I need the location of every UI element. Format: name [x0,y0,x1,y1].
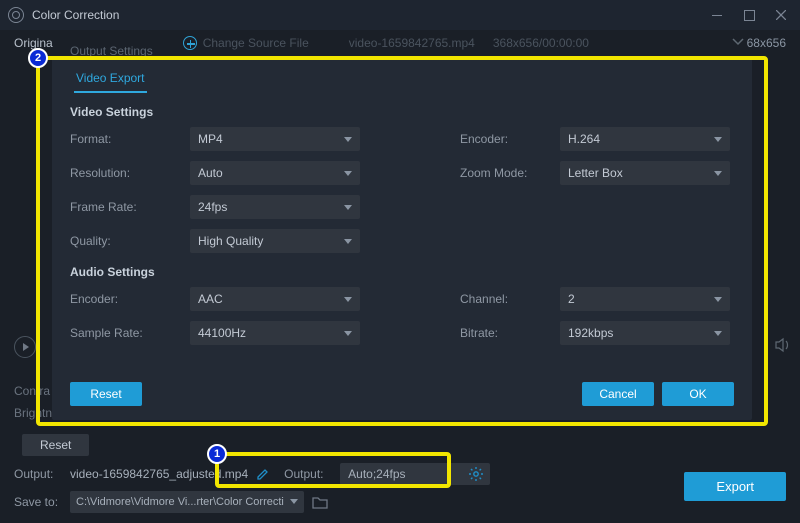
save-path-selector[interactable]: C:\Vidmore\Vidmore Vi...rter\Color Corre… [70,491,304,513]
quality-select[interactable]: High Quality [190,229,360,253]
audio-encoder-label: Encoder: [70,292,180,306]
minimize-button[interactable] [710,8,724,22]
output-settings-value[interactable]: Auto;24fps [340,463,490,485]
ok-button[interactable]: OK [662,382,734,406]
format-label: Format: [70,132,180,146]
audio-encoder-select[interactable]: AAC [190,287,360,311]
zoom-select[interactable]: Letter Box [560,161,730,185]
title-bar: Color Correction [0,0,800,30]
close-button[interactable] [774,8,788,22]
cancel-button[interactable]: Cancel [582,382,654,406]
output-filename: video-1659842765_adjusted.mp4 [70,467,248,481]
chevron-down-icon [344,171,352,176]
framerate-select[interactable]: 24fps [190,195,360,219]
quality-label: Quality: [70,234,180,248]
preview-dimensions: 68x656 [747,36,786,50]
chevron-down-icon [344,205,352,210]
chevron-down-icon [714,137,722,142]
format-select[interactable]: MP4 [190,127,360,151]
tab-video-export[interactable]: Video Export [74,68,147,93]
annotation-badge-2: 2 [28,48,48,68]
dialog-header: Output Settings [70,44,153,58]
bottom-bar: Output: video-1659842765_adjusted.mp4 Ou… [0,457,800,523]
channel-label: Channel: [460,292,550,306]
contrast-label: Contra [14,380,52,402]
encoder-select[interactable]: H.264 [560,127,730,151]
play-button[interactable] [14,336,36,358]
chevron-down-icon [714,171,722,176]
dialog-reset-button[interactable]: Reset [70,382,142,406]
save-to-label: Save to: [14,495,62,509]
chevron-down-icon [344,297,352,302]
edit-icon[interactable] [256,467,270,481]
brightness-label: Brightn [14,402,52,424]
video-settings-heading: Video Settings [70,105,734,119]
bitrate-label: Bitrate: [460,326,550,340]
volume-icon[interactable] [774,336,796,358]
chevron-down-icon [714,331,722,336]
channel-select[interactable]: 2 [560,287,730,311]
app-icon [8,7,24,23]
output-settings-dialog: Output Settings Video Export Video Setti… [52,58,752,420]
source-meta: 368x656/00:00:00 [493,36,589,50]
export-button[interactable]: Export [684,472,786,501]
bitrate-select[interactable]: 192kbps [560,321,730,345]
resolution-label: Resolution: [70,166,180,180]
maximize-button[interactable] [742,8,756,22]
gear-icon[interactable] [468,466,484,482]
folder-icon[interactable] [312,495,328,509]
output-settings-text: Auto;24fps [348,467,405,481]
window-title: Color Correction [32,8,710,22]
save-path-text: C:\Vidmore\Vidmore Vi...rter\Color Corre… [76,496,284,508]
output-settings-label: Output: [284,467,332,481]
encoder-label: Encoder: [460,132,550,146]
adjustments-reset-button[interactable]: Reset [22,434,89,456]
change-source-label[interactable]: Change Source File [203,36,309,50]
add-icon[interactable] [183,36,197,50]
chevron-down-icon [344,239,352,244]
chevron-down-icon [344,137,352,142]
chevron-down-icon [290,499,298,505]
adjustment-panel: Contra Brightn [14,380,52,424]
chevron-down-icon [344,331,352,336]
zoom-label: Zoom Mode: [460,166,550,180]
samplerate-select[interactable]: 44100Hz [190,321,360,345]
chevron-down-icon [714,297,722,302]
resolution-select[interactable]: Auto [190,161,360,185]
framerate-label: Frame Rate: [70,200,180,214]
annotation-badge-1: 1 [207,444,227,464]
output-file-label: Output: [14,467,62,481]
audio-settings-heading: Audio Settings [70,265,734,279]
samplerate-label: Sample Rate: [70,326,180,340]
source-filename: video-1659842765.mp4 [349,36,475,50]
chevron-down-icon[interactable] [732,38,744,46]
